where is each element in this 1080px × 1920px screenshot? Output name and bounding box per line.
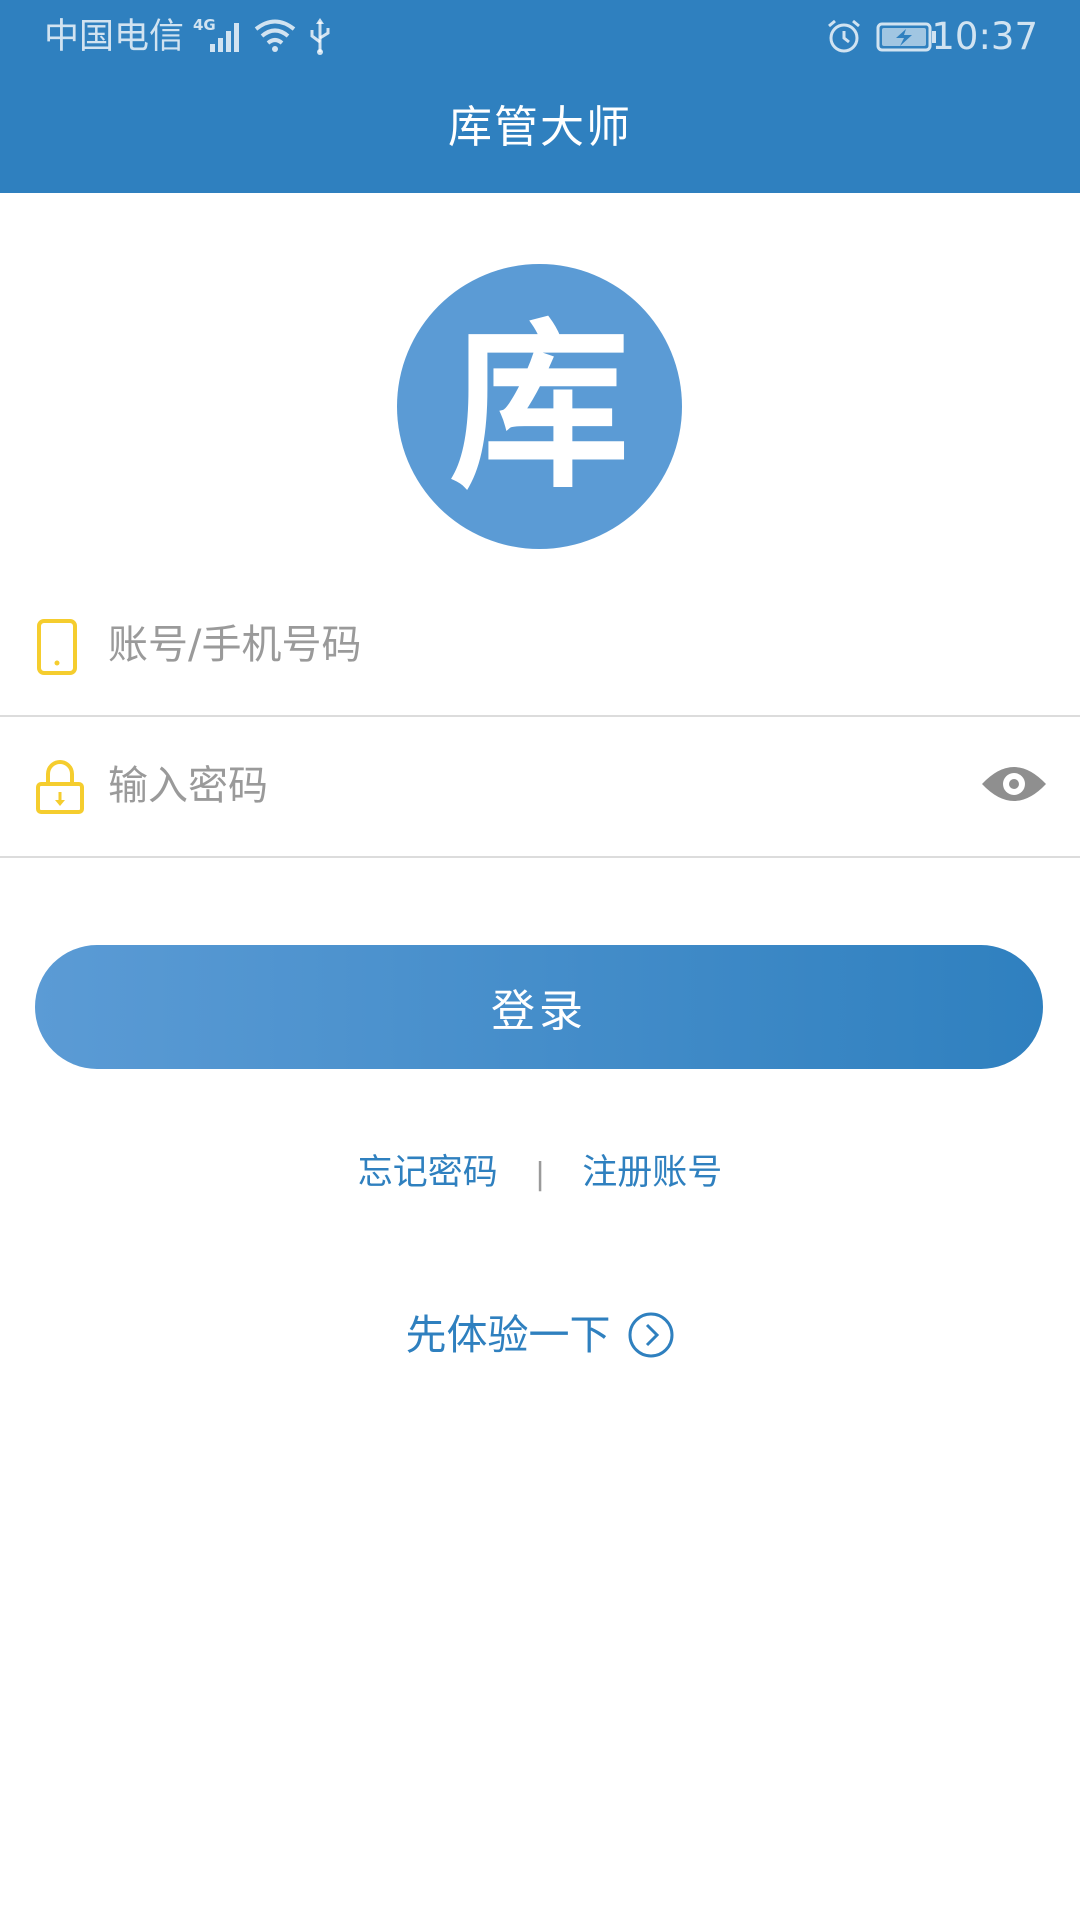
trial-label: 先体验一下 (405, 1311, 611, 1359)
usb-icon (310, 18, 330, 55)
wifi-icon (254, 19, 296, 52)
signal-icon (210, 23, 239, 52)
trial-link[interactable]: 先体验一下 (406, 1305, 675, 1365)
phone-icon (37, 619, 77, 675)
app-logo: 库 (397, 264, 682, 549)
alarm-icon (828, 19, 860, 53)
carrier-name: 中国电信 (44, 17, 185, 57)
login-button[interactable]: 登录 (35, 945, 1043, 1069)
app-header: 中国电信 4G 10:37 库管大师 (0, 0, 1080, 193)
account-input[interactable] (108, 613, 938, 677)
chevron-right-circle-icon (628, 1312, 673, 1358)
logo-text: 库 (449, 303, 630, 513)
register-link[interactable]: 注册账号 (582, 1153, 722, 1193)
account-field-row (0, 577, 1080, 717)
password-field-row (0, 718, 1080, 858)
page-title: 库管大师 (448, 102, 632, 153)
lock-icon (36, 760, 84, 814)
battery-charging-icon (876, 22, 936, 52)
password-input[interactable] (108, 754, 868, 818)
eye-icon[interactable] (980, 762, 1048, 806)
trial-row: 先体验一下 (0, 1305, 1080, 1365)
link-separator: | (534, 1157, 546, 1192)
forgot-password-link[interactable]: 忘记密码 (358, 1153, 498, 1193)
status-bar: 中国电信 4G 10:37 (0, 0, 1080, 74)
auth-links: 忘记密码 | 注册账号 (0, 1148, 1080, 1200)
status-time: 10:37 (931, 15, 1038, 58)
